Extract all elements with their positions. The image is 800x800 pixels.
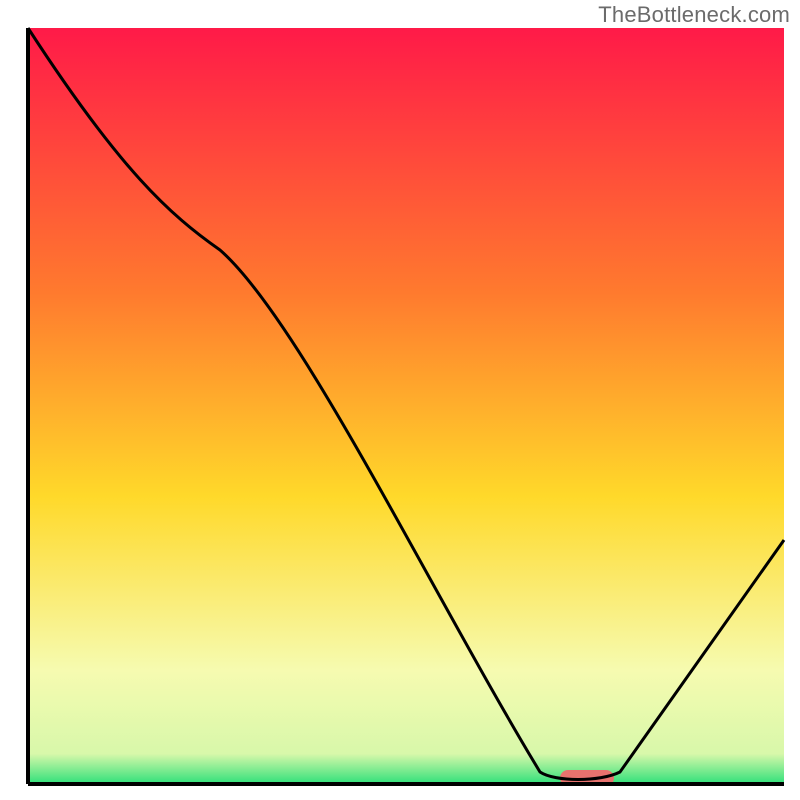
chart-svg	[0, 0, 800, 800]
bottleneck-chart: TheBottleneck.com	[0, 0, 800, 800]
watermark-text: TheBottleneck.com	[598, 2, 790, 28]
gradient-background	[28, 28, 784, 784]
plot-area	[28, 28, 784, 784]
